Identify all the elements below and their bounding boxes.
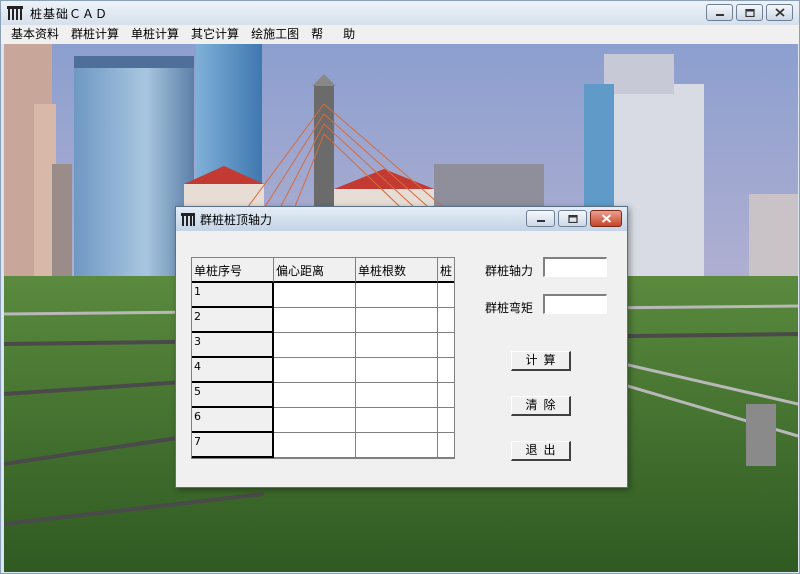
menu-help-1[interactable]: 帮 bbox=[305, 25, 329, 44]
app-title: 桩基础ＣＡＤ bbox=[30, 6, 109, 21]
pile-count-cell[interactable] bbox=[356, 308, 438, 333]
pile-cell[interactable] bbox=[438, 408, 454, 433]
pile-count-cell[interactable] bbox=[356, 433, 438, 458]
pile-cell[interactable] bbox=[438, 333, 454, 358]
table-row: 3 bbox=[192, 333, 454, 358]
table-row: 6 bbox=[192, 408, 454, 433]
menu-other-calc[interactable]: 其它计算 bbox=[185, 25, 245, 44]
moment-label: 群桩弯矩 bbox=[485, 301, 534, 315]
pile-cell[interactable] bbox=[438, 283, 454, 308]
menu-help-2[interactable]: 助 bbox=[329, 25, 361, 44]
menu-construction-drawing[interactable]: 绘施工图 bbox=[245, 25, 305, 44]
minimize-icon bbox=[536, 219, 545, 222]
dialog-title: 群桩桩顶轴力 bbox=[200, 212, 273, 227]
table-row: 1 bbox=[192, 283, 454, 308]
eccentric-distance-cell[interactable] bbox=[274, 383, 356, 408]
close-icon bbox=[601, 214, 611, 223]
row-index-cell: 4 bbox=[192, 358, 274, 383]
pile-count-cell[interactable] bbox=[356, 408, 438, 433]
minimize-button[interactable] bbox=[706, 4, 733, 21]
maximize-icon bbox=[567, 214, 578, 223]
grid-header-row: 单桩序号 偏心距离 单桩根数 桩 bbox=[192, 258, 454, 283]
row-index-cell: 1 bbox=[192, 283, 274, 308]
axial-force-label: 群桩轴力 bbox=[485, 264, 534, 278]
close-icon bbox=[774, 8, 785, 17]
column-header-pile: 桩 bbox=[438, 258, 454, 283]
eccentric-distance-cell[interactable] bbox=[274, 408, 356, 433]
table-row: 5 bbox=[192, 383, 454, 408]
table-row: 2 bbox=[192, 308, 454, 333]
menu-group-pile-calc[interactable]: 群桩计算 bbox=[65, 25, 125, 44]
column-header-eccentric-distance: 偏心距离 bbox=[274, 258, 356, 283]
eccentric-distance-cell[interactable] bbox=[274, 308, 356, 333]
dialog-app-icon bbox=[181, 212, 195, 226]
row-index-cell: 6 bbox=[192, 408, 274, 433]
minimize-icon bbox=[715, 13, 724, 16]
pile-axial-force-dialog: 群桩桩顶轴力 单桩序号 偏心距离 单桩根数 桩 1 2 3 4 5 6 7 群桩… bbox=[175, 206, 628, 488]
pile-cell[interactable] bbox=[438, 308, 454, 333]
exit-button[interactable]: 退出 bbox=[511, 441, 571, 461]
pile-data-grid[interactable]: 单桩序号 偏心距离 单桩根数 桩 1 2 3 4 5 6 7 bbox=[191, 257, 455, 459]
eccentric-distance-cell[interactable] bbox=[274, 333, 356, 358]
eccentric-distance-cell[interactable] bbox=[274, 358, 356, 383]
row-index-cell: 2 bbox=[192, 308, 274, 333]
clear-button[interactable]: 清除 bbox=[511, 396, 571, 416]
pile-cell[interactable] bbox=[438, 358, 454, 383]
calculate-button[interactable]: 计算 bbox=[511, 351, 571, 371]
menu-bar: 基本资料 群桩计算 单桩计算 其它计算 绘施工图 帮 助 bbox=[1, 25, 799, 44]
pile-count-cell[interactable] bbox=[356, 283, 438, 308]
column-header-pile-index: 单桩序号 bbox=[192, 258, 274, 283]
close-button[interactable] bbox=[766, 4, 793, 21]
row-index-cell: 3 bbox=[192, 333, 274, 358]
dialog-close-button[interactable] bbox=[590, 210, 622, 227]
dialog-maximize-button[interactable] bbox=[558, 210, 587, 227]
column-header-pile-count: 单桩根数 bbox=[356, 258, 438, 283]
row-index-cell: 5 bbox=[192, 383, 274, 408]
menu-single-pile-calc[interactable]: 单桩计算 bbox=[125, 25, 185, 44]
row-index-cell: 7 bbox=[192, 433, 274, 458]
dialog-minimize-button[interactable] bbox=[526, 210, 555, 227]
eccentric-distance-cell[interactable] bbox=[274, 433, 356, 458]
eccentric-distance-cell[interactable] bbox=[274, 283, 356, 308]
title-bar: 桩基础ＣＡＤ bbox=[1, 1, 799, 25]
dialog-title-bar: 群桩桩顶轴力 bbox=[176, 207, 627, 231]
maximize-icon bbox=[744, 8, 755, 17]
moment-input[interactable] bbox=[543, 294, 607, 314]
pile-count-cell[interactable] bbox=[356, 358, 438, 383]
pile-count-cell[interactable] bbox=[356, 383, 438, 408]
maximize-button[interactable] bbox=[736, 4, 763, 21]
pile-cell[interactable] bbox=[438, 433, 454, 458]
menu-basic-data[interactable]: 基本资料 bbox=[5, 25, 65, 44]
table-row: 4 bbox=[192, 358, 454, 383]
axial-force-input[interactable] bbox=[543, 257, 607, 277]
main-window: 桩基础ＣＡＤ 基本资料 群桩计算 单桩计算 其它计算 绘施工图 帮 助 群桩桩顶… bbox=[0, 0, 800, 574]
pile-cell[interactable] bbox=[438, 383, 454, 408]
table-row: 7 bbox=[192, 433, 454, 458]
app-icon bbox=[7, 6, 23, 20]
pile-count-cell[interactable] bbox=[356, 333, 438, 358]
